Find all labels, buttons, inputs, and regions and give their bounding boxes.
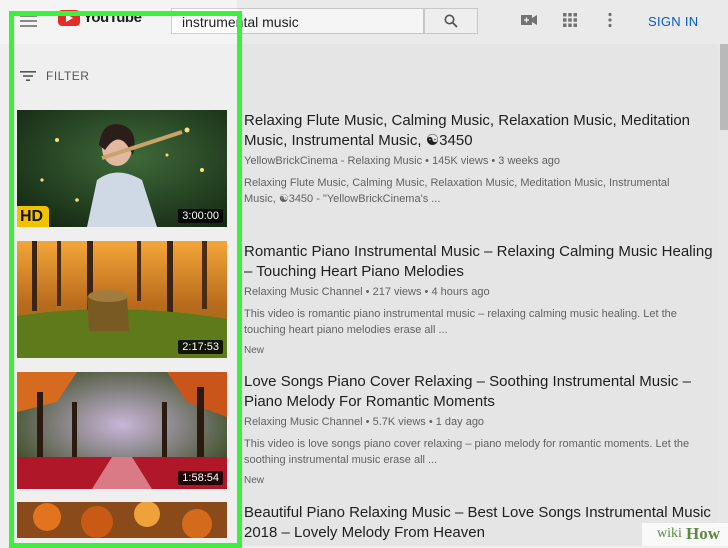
video-description: This video is romantic piano instrumenta…	[244, 308, 677, 336]
watermark-wiki: wiki	[657, 526, 682, 541]
search-result: Love Songs Piano Cover Relaxing – Soothi…	[244, 372, 714, 486]
video-description: This video is love songs piano cover rel…	[244, 438, 690, 466]
thumbnail-column-highlight	[9, 11, 242, 548]
video-title[interactable]: Romantic Piano Instrumental Music – Rela…	[244, 242, 714, 282]
video-meta: Relaxing Music Channel • 217 views • 4 h…	[244, 286, 490, 298]
video-title[interactable]: Relaxing Flute Music, Calming Music, Rel…	[244, 111, 714, 151]
video-title[interactable]: Love Songs Piano Cover Relaxing – Soothi…	[244, 372, 714, 412]
video-meta: Relaxing Music Channel • 5.7K views • 1 …	[244, 416, 485, 428]
search-button[interactable]	[424, 8, 478, 34]
more-options-icon[interactable]	[604, 12, 616, 28]
search-result: Relaxing Flute Music, Calming Music, Rel…	[244, 111, 714, 207]
create-video-icon[interactable]	[520, 12, 538, 28]
watermark-how: How	[686, 524, 720, 543]
video-meta: YellowBrickCinema - Relaxing Music • 145…	[244, 155, 561, 167]
scrollbar-thumb[interactable]	[720, 44, 728, 130]
apps-grid-icon[interactable]	[562, 12, 578, 28]
sign-in-link[interactable]: SIGN IN	[648, 14, 699, 29]
search-result: Romantic Piano Instrumental Music – Rela…	[244, 242, 714, 356]
new-badge: New	[244, 475, 265, 486]
new-badge: New	[244, 345, 265, 356]
search-icon	[444, 14, 458, 28]
video-description: Relaxing Flute Music, Calming Music, Rel…	[244, 177, 670, 205]
